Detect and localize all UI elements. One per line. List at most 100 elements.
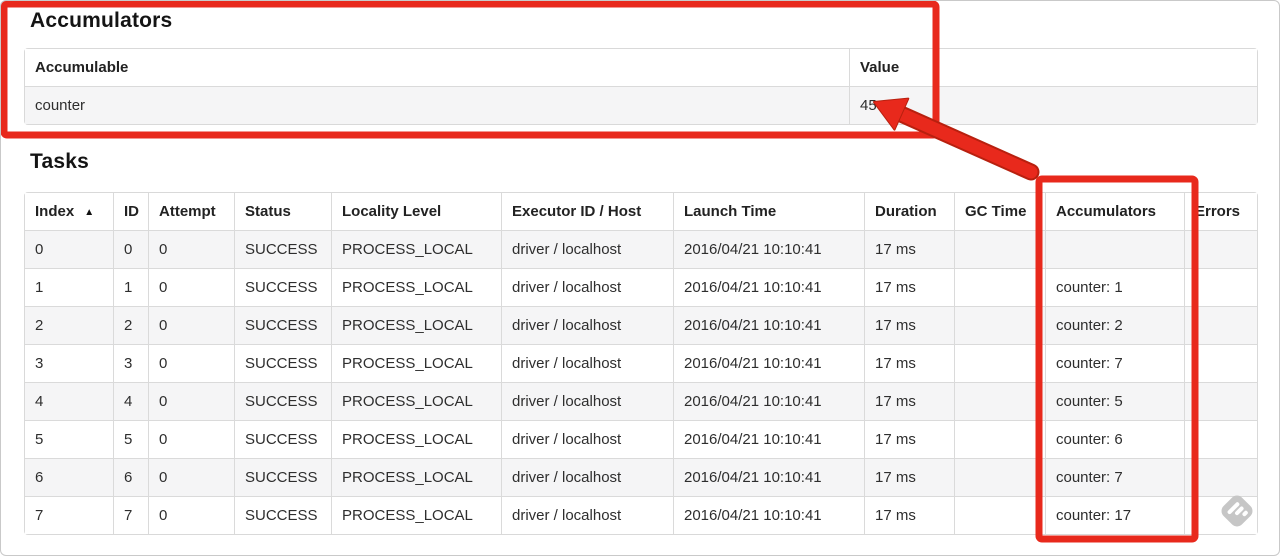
column-header-launch-time[interactable]: Launch Time [673, 193, 864, 230]
column-header-index[interactable]: Index ▲ [25, 193, 113, 230]
cell-status: SUCCESS [234, 420, 331, 458]
cell-executor-id-host: driver / localhost [501, 496, 673, 534]
tasks-table: Index ▲ ID Attempt Status Locality Level … [24, 192, 1258, 535]
cell-duration: 17 ms [864, 306, 954, 344]
tasks-header-row: Index ▲ ID Attempt Status Locality Level … [25, 193, 1257, 230]
cell-status: SUCCESS [234, 306, 331, 344]
task-row: 5 5 0 SUCCESS PROCESS_LOCAL driver / loc… [25, 420, 1257, 458]
column-header-id[interactable]: ID [113, 193, 148, 230]
accumulators-section-heading: Accumulators [30, 9, 173, 32]
cell-status: SUCCESS [234, 382, 331, 420]
cell-gc-time [954, 230, 1045, 268]
cell-id: 6 [113, 458, 148, 496]
cell-gc-time [954, 420, 1045, 458]
column-header-index-label: Index [35, 203, 75, 220]
cell-executor-id-host: driver / localhost [501, 420, 673, 458]
cell-id: 5 [113, 420, 148, 458]
cell-executor-id-host: driver / localhost [501, 268, 673, 306]
cell-errors [1184, 496, 1257, 534]
task-row: 6 6 0 SUCCESS PROCESS_LOCAL driver / loc… [25, 458, 1257, 496]
cell-attempt: 0 [148, 420, 234, 458]
cell-index: 3 [25, 344, 113, 382]
cell-errors [1184, 382, 1257, 420]
cell-executor-id-host: driver / localhost [501, 458, 673, 496]
column-header-errors[interactable]: Errors [1184, 193, 1257, 230]
cell-attempt: 0 [148, 344, 234, 382]
cell-gc-time [954, 496, 1045, 534]
column-header-accumulable: Accumulable [25, 49, 849, 86]
cell-errors [1184, 306, 1257, 344]
sort-ascending-icon: ▲ [84, 207, 95, 218]
cell-launch-time: 2016/04/21 10:10:41 [673, 382, 864, 420]
cell-errors [1184, 344, 1257, 382]
cell-status: SUCCESS [234, 230, 331, 268]
cell-accumulators: counter: 6 [1045, 420, 1184, 458]
cell-gc-time [954, 458, 1045, 496]
cell-duration: 17 ms [864, 382, 954, 420]
cell-launch-time: 2016/04/21 10:10:41 [673, 306, 864, 344]
cell-attempt: 0 [148, 268, 234, 306]
cell-duration: 17 ms [864, 230, 954, 268]
cell-index: 4 [25, 382, 113, 420]
cell-accumulators: counter: 1 [1045, 268, 1184, 306]
cell-executor-id-host: driver / localhost [501, 306, 673, 344]
cell-errors [1184, 230, 1257, 268]
cell-executor-id-host: driver / localhost [501, 382, 673, 420]
tasks-section-heading: Tasks [30, 150, 89, 173]
cell-locality-level: PROCESS_LOCAL [331, 268, 501, 306]
cell-errors [1184, 420, 1257, 458]
column-header-status[interactable]: Status [234, 193, 331, 230]
column-header-executor-id-host[interactable]: Executor ID / Host [501, 193, 673, 230]
cell-accumulators: counter: 5 [1045, 382, 1184, 420]
cell-errors [1184, 458, 1257, 496]
cell-launch-time: 2016/04/21 10:10:41 [673, 268, 864, 306]
accumulators-header-row: Accumulable Value [25, 49, 1257, 86]
cell-status: SUCCESS [234, 268, 331, 306]
column-header-attempt[interactable]: Attempt [148, 193, 234, 230]
cell-accumulators: counter: 7 [1045, 344, 1184, 382]
accumulators-table: Accumulable Value counter 45 [24, 48, 1258, 125]
cell-gc-time [954, 382, 1045, 420]
cell-accumulable-value: 45 [849, 86, 1257, 124]
cell-duration: 17 ms [864, 268, 954, 306]
cell-accumulators [1045, 230, 1184, 268]
task-row: 1 1 0 SUCCESS PROCESS_LOCAL driver / loc… [25, 268, 1257, 306]
cell-gc-time [954, 344, 1045, 382]
cell-locality-level: PROCESS_LOCAL [331, 230, 501, 268]
cell-launch-time: 2016/04/21 10:10:41 [673, 458, 864, 496]
cell-accumulators: counter: 17 [1045, 496, 1184, 534]
cell-locality-level: PROCESS_LOCAL [331, 458, 501, 496]
cell-gc-time [954, 306, 1045, 344]
cell-status: SUCCESS [234, 344, 331, 382]
task-row: 2 2 0 SUCCESS PROCESS_LOCAL driver / loc… [25, 306, 1257, 344]
cell-id: 4 [113, 382, 148, 420]
column-header-accumulators[interactable]: Accumulators [1045, 193, 1184, 230]
cell-locality-level: PROCESS_LOCAL [331, 496, 501, 534]
column-header-gc-time[interactable]: GC Time [954, 193, 1045, 230]
column-header-duration[interactable]: Duration [864, 193, 954, 230]
task-row: 3 3 0 SUCCESS PROCESS_LOCAL driver / loc… [25, 344, 1257, 382]
cell-attempt: 0 [148, 382, 234, 420]
accumulator-row: counter 45 [25, 86, 1257, 124]
cell-executor-id-host: driver / localhost [501, 344, 673, 382]
cell-launch-time: 2016/04/21 10:10:41 [673, 496, 864, 534]
column-header-locality-level[interactable]: Locality Level [331, 193, 501, 230]
spark-ui-page: { "annotations": { "color": "#e8291c", "… [0, 0, 1280, 556]
cell-accumulable-name: counter [25, 86, 849, 124]
cell-id: 7 [113, 496, 148, 534]
cell-id: 0 [113, 230, 148, 268]
cell-launch-time: 2016/04/21 10:10:41 [673, 230, 864, 268]
cell-launch-time: 2016/04/21 10:10:41 [673, 420, 864, 458]
cell-gc-time [954, 268, 1045, 306]
cell-id: 1 [113, 268, 148, 306]
cell-id: 3 [113, 344, 148, 382]
cell-attempt: 0 [148, 306, 234, 344]
cell-attempt: 0 [148, 496, 234, 534]
cell-attempt: 0 [148, 230, 234, 268]
task-row: 4 4 0 SUCCESS PROCESS_LOCAL driver / loc… [25, 382, 1257, 420]
cell-duration: 17 ms [864, 344, 954, 382]
cell-accumulators: counter: 2 [1045, 306, 1184, 344]
cell-index: 1 [25, 268, 113, 306]
cell-duration: 17 ms [864, 458, 954, 496]
column-header-value: Value [849, 49, 1257, 86]
